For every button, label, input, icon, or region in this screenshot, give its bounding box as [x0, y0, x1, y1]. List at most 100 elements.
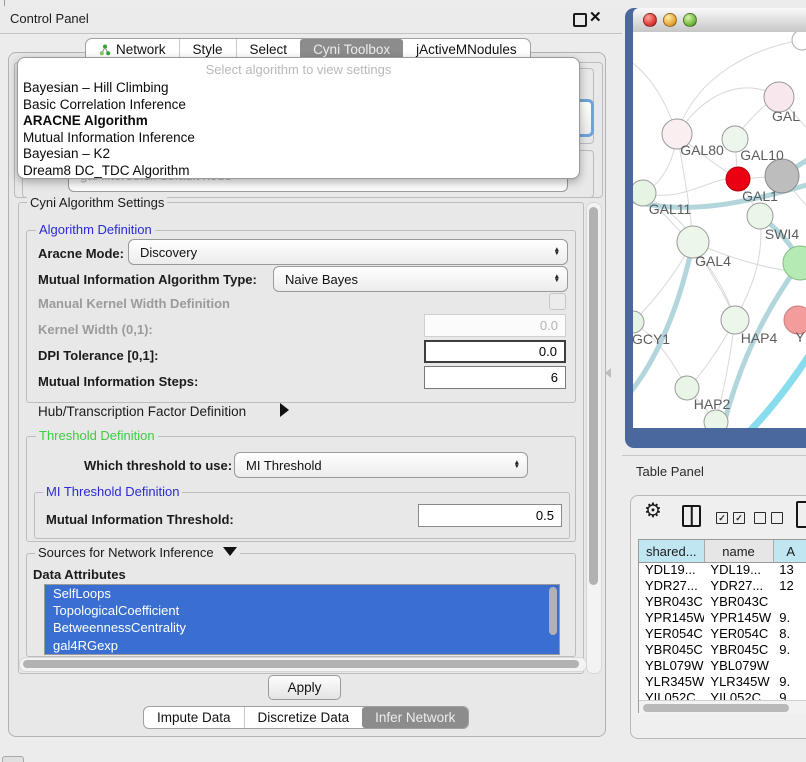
- mi-type-combobox[interactable]: Naive Bayes ▲▼: [273, 266, 568, 292]
- algorithm-option[interactable]: Dream8 DC_TDC Algorithm: [18, 163, 579, 180]
- algorithm-option[interactable]: Mutual Information Inference: [18, 130, 579, 147]
- table-cell: YBR043C: [704, 594, 773, 610]
- network-edge[interactable]: [643, 178, 738, 195]
- algorithm-option[interactable]: Bayesian – K2: [18, 146, 579, 163]
- table-panel-title: Table Panel: [636, 464, 704, 479]
- kernel-width-field[interactable]: 0.0: [424, 314, 566, 337]
- mi-threshold-field[interactable]: 0.5: [418, 504, 562, 527]
- bottom-tab-discretize-data[interactable]: Discretize Data: [244, 707, 363, 728]
- network-view-canvas[interactable]: GALGAL80GAL10GAL1GAL11SWI4GAL4GCY1HAP4YH…: [633, 32, 806, 428]
- bottom-tab-infer-network[interactable]: Infer Network: [362, 707, 468, 728]
- float-window-icon[interactable]: [573, 13, 587, 27]
- hub-expand-arrow-icon[interactable]: [280, 403, 289, 417]
- settings-scrollbar-thumb[interactable]: [589, 207, 598, 585]
- algorithm-definition-title: Algorithm Definition: [36, 222, 155, 237]
- select-all-columns-icon[interactable]: ✓✓: [716, 512, 745, 524]
- column-header-3[interactable]: A: [774, 540, 806, 562]
- document-icon[interactable]: [796, 501, 806, 528]
- table-header-row: shared...nameA: [639, 540, 806, 563]
- columns-icon[interactable]: [682, 505, 701, 527]
- tab-label: Select: [250, 42, 288, 57]
- attribute-list-item[interactable]: BetweennessCentrality: [45, 619, 559, 636]
- mi-type-value: Naive Bayes: [274, 272, 358, 287]
- node-label-y: Y: [795, 329, 805, 345]
- algorithm-dropdown-list: Select algorithm to view settings Bayesi…: [17, 57, 580, 179]
- table-row[interactable]: YIL052CYIL052C9.: [639, 690, 806, 700]
- which-threshold-combobox[interactable]: MI Threshold ▲▼: [234, 452, 528, 478]
- algorithm-option[interactable]: Basic Correlation Inference: [18, 97, 579, 114]
- dpi-tolerance-field[interactable]: 0.0: [424, 340, 566, 363]
- tab-label: Network: [116, 42, 166, 57]
- column-header-1[interactable]: shared...: [639, 540, 705, 562]
- settings-hscrollbar-track[interactable]: [19, 657, 587, 672]
- table-cell: YDR27...: [704, 578, 773, 594]
- table-cell: YER054C: [639, 626, 704, 642]
- data-attributes-list: SelfLoopsTopologicalCoefficientBetweenne…: [44, 584, 560, 655]
- data-attributes-label: Data Attributes: [33, 567, 126, 582]
- table-row[interactable]: YER054CYER054C8.: [639, 626, 806, 642]
- hub-definition-label[interactable]: Hub/Transcription Factor Definition: [38, 404, 246, 419]
- close-panel-icon[interactable]: ✕: [589, 8, 602, 26]
- node-label-gal1: GAL1: [742, 188, 778, 204]
- node-table: shared...nameA YDL19...YDL19...13YDR27..…: [638, 539, 806, 713]
- bottom-tab-impute-data[interactable]: Impute Data: [144, 707, 244, 728]
- cutoff-corner-button[interactable]: [2, 756, 24, 762]
- dropdown-prompt: Select algorithm to view settings: [18, 58, 579, 77]
- deselect-all-columns-icon[interactable]: [754, 512, 783, 524]
- table-row[interactable]: YBR045CYBR045C9.: [639, 642, 806, 658]
- aracne-mode-value: Discovery: [129, 245, 197, 260]
- threshold-group-title: Threshold Definition: [36, 428, 158, 443]
- network-node[interactable]: [792, 32, 806, 50]
- attribute-list-item[interactable]: TopologicalCoefficient: [45, 602, 559, 619]
- algorithm-option[interactable]: ARACNE Algorithm: [18, 113, 579, 130]
- attribute-list-scrollbar-thumb[interactable]: [549, 587, 557, 635]
- which-threshold-value: MI Threshold: [235, 458, 322, 473]
- table-cell: YBR043C: [639, 594, 704, 610]
- table-cell: YBL079W: [639, 658, 704, 674]
- table-row[interactable]: YPR145WYPR145W9.: [639, 610, 806, 626]
- network-window-titlebar[interactable]: [633, 8, 806, 33]
- zoom-window-icon[interactable]: [683, 13, 697, 27]
- attribute-list-item[interactable]: gal4RGexp: [45, 637, 559, 654]
- table-cell: 13: [773, 562, 806, 578]
- gear-icon[interactable]: ⚙: [644, 501, 662, 521]
- table-cell: YPR145W: [639, 610, 704, 626]
- table-row[interactable]: YBL079WYBL079W: [639, 658, 806, 674]
- aracne-mode-label: Aracne Mode:: [38, 246, 124, 261]
- settings-hscrollbar-thumb[interactable]: [23, 660, 579, 668]
- sources-collapse-arrow-icon[interactable]: [223, 547, 237, 556]
- minimize-window-icon[interactable]: [663, 13, 677, 27]
- attribute-list-item[interactable]: SelfLoops: [45, 585, 559, 602]
- tab-label: Cyni Toolbox: [313, 42, 390, 57]
- table-cell: YPR145W: [704, 610, 773, 626]
- table-cell: YDL19...: [704, 562, 773, 578]
- mi-steps-field[interactable]: 6: [424, 366, 566, 389]
- aracne-mode-combobox[interactable]: Discovery ▲▼: [128, 239, 568, 265]
- table-row[interactable]: YLR345WYLR345W9.: [639, 674, 806, 690]
- network-node[interactable]: [783, 246, 806, 280]
- control-panel-titlebar: Control Panel ✕: [0, 6, 622, 34]
- close-window-icon[interactable]: [643, 13, 657, 27]
- table-row[interactable]: YBR043CYBR043C: [639, 594, 806, 610]
- table-row[interactable]: YDL19...YDL19...13: [639, 562, 806, 578]
- table-cell: YIL052C: [639, 690, 704, 700]
- mi-type-label: Mutual Information Algorithm Type:: [38, 272, 257, 287]
- network-node-gcy1[interactable]: [633, 311, 644, 333]
- panel-splitter-handle[interactable]: [605, 368, 611, 378]
- table-cell: YDR27...: [639, 578, 704, 594]
- network-edge[interactable]: [735, 216, 761, 320]
- mi-threshold-group-title: MI Threshold Definition: [43, 484, 182, 499]
- sources-group-title[interactable]: Sources for Network Inference: [35, 545, 240, 560]
- network-edge[interactable]: [745, 354, 806, 428]
- table-cell: [773, 658, 806, 674]
- network-node[interactable]: [704, 410, 728, 428]
- apply-button[interactable]: Apply: [268, 675, 341, 700]
- column-header-2[interactable]: name: [705, 540, 774, 562]
- algorithm-option[interactable]: Bayesian – Hill Climbing: [18, 80, 579, 97]
- table-hscrollbar-track[interactable]: [639, 700, 806, 714]
- tab-label: jActiveMNodules: [416, 42, 517, 57]
- table-row[interactable]: YDR27...YDR27...12: [639, 578, 806, 594]
- table-hscrollbar-thumb[interactable]: [643, 704, 789, 712]
- settings-scrollbar-track[interactable]: [586, 202, 602, 674]
- manual-kernel-checkbox[interactable]: [549, 293, 566, 310]
